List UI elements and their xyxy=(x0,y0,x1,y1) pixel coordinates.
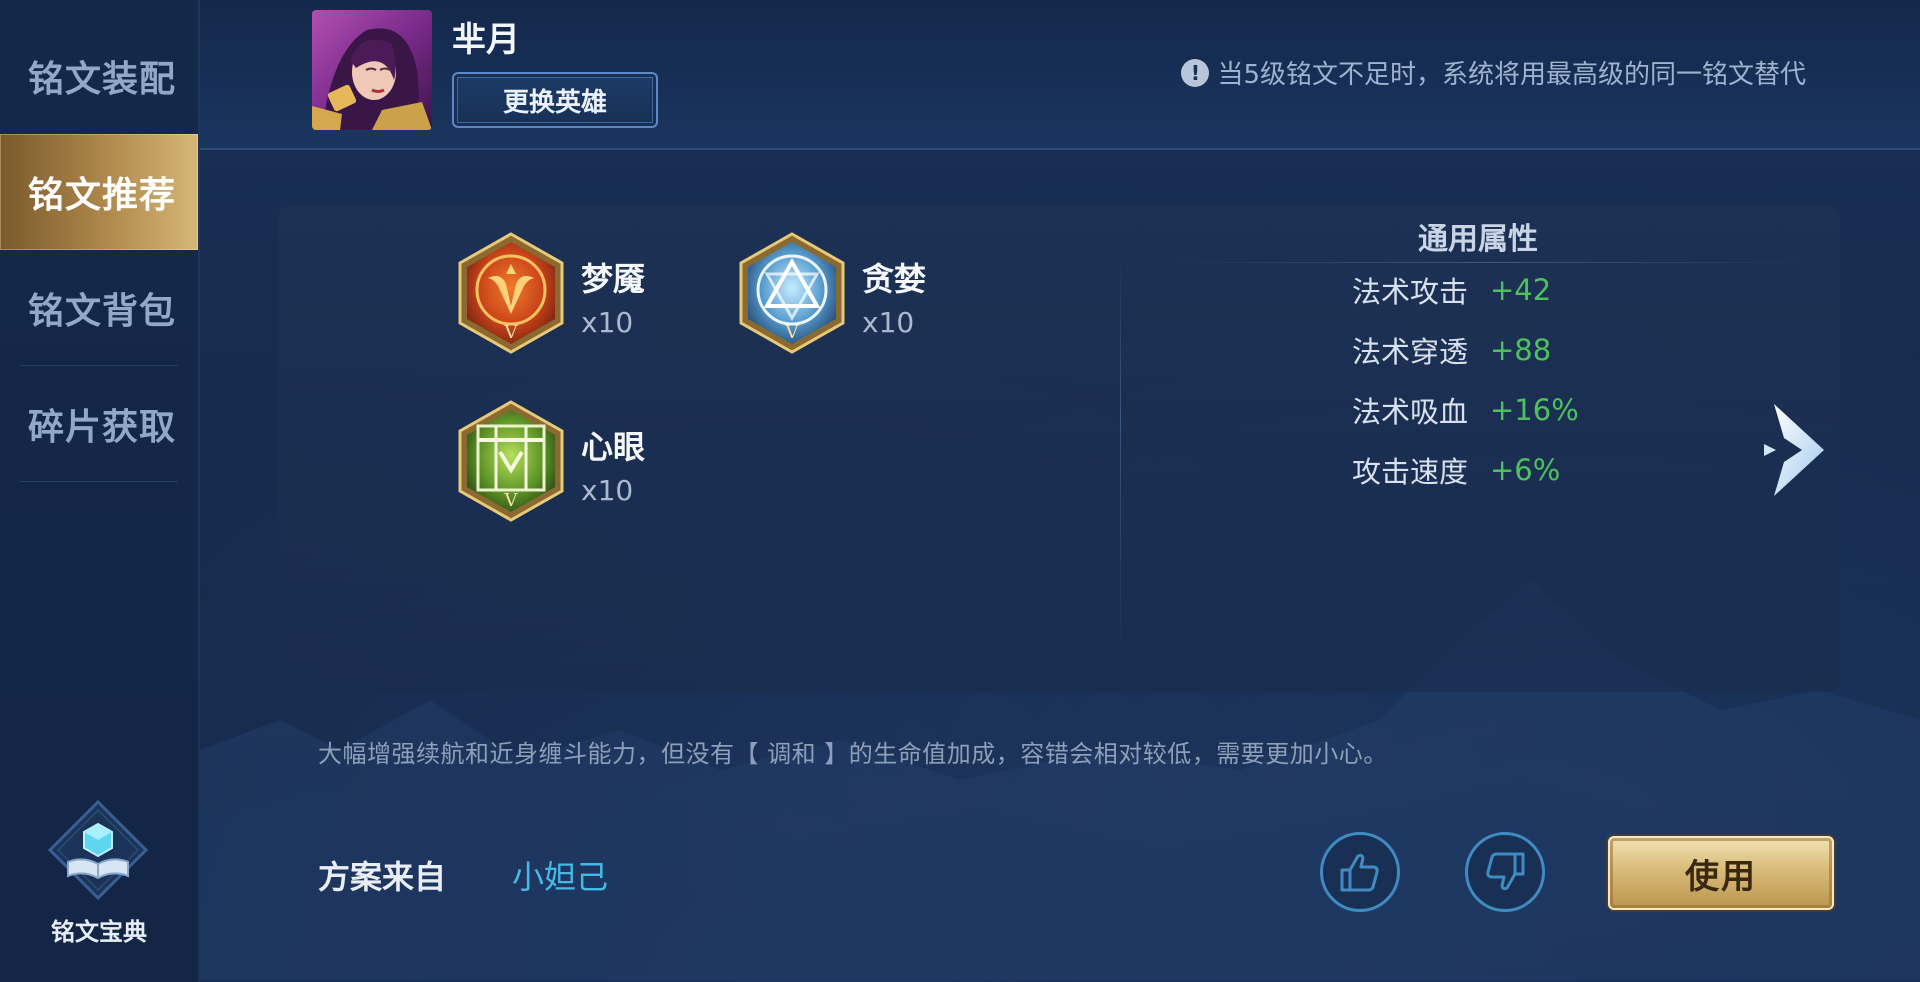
rune-item-red[interactable]: V 梦魇 x10 xyxy=(456,232,716,362)
rune-notice: ! 当5级铭文不足时，系统将用最高级的同一铭文替代 xyxy=(1181,54,1806,91)
source-label: 方案来自 xyxy=(318,858,447,896)
attribute-value: +42 xyxy=(1490,273,1552,307)
plan-description: 大幅增强续航和近身缠斗能力，但没有【 调和 】的生命值加成，容错会相对较低，需要… xyxy=(318,740,1388,768)
sidebar-divider xyxy=(20,481,178,482)
dislike-button[interactable] xyxy=(1465,832,1545,912)
hero-name: 芈月 xyxy=(452,20,520,60)
sidebar-item-rune-recommend[interactable]: 铭文推荐 xyxy=(0,134,198,250)
attribute-value: +6% xyxy=(1490,453,1561,487)
sidebar: 铭文装配 铭文推荐 铭文背包 碎片获取 铭文宝典 xyxy=(0,0,200,982)
svg-text:V: V xyxy=(504,490,519,511)
notice-text: 当5级铭文不足时，系统将用最高级的同一铭文替代 xyxy=(1217,60,1806,90)
red-rune-emblem-icon: V xyxy=(458,232,564,354)
attribute-row: 法术吸血 +16% xyxy=(1352,390,1579,430)
codex-label: 铭文宝典 xyxy=(51,918,147,946)
rune-codex-button[interactable]: 铭文宝典 xyxy=(38,799,160,950)
sidebar-item-label: 碎片获取 xyxy=(28,407,177,448)
source-author-link[interactable]: 小妲己 xyxy=(512,852,608,898)
sidebar-item-label: 铭文背包 xyxy=(28,291,177,332)
rune-item-blue[interactable]: V 贪婪 x10 xyxy=(737,232,997,362)
attribute-name: 法术吸血 xyxy=(1352,395,1469,429)
rune-name: 梦魇 xyxy=(581,260,646,298)
attribute-name: 法术攻击 xyxy=(1352,275,1469,309)
thumbs-down-icon xyxy=(1486,852,1525,891)
sidebar-item-label: 铭文推荐 xyxy=(28,175,177,216)
hero-avatar[interactable] xyxy=(312,10,432,130)
rune-count: x10 xyxy=(581,474,634,507)
attribute-value: +88 xyxy=(1490,333,1552,367)
sidebar-item-rune-equip[interactable]: 铭文装配 xyxy=(0,18,198,134)
svg-text:V: V xyxy=(504,322,519,343)
codex-book-icon xyxy=(47,799,149,901)
attribute-name: 法术穿透 xyxy=(1352,335,1469,369)
svg-text:V: V xyxy=(785,322,800,343)
attribute-row: 法术攻击 +42 xyxy=(1352,270,1551,310)
sidebar-item-fragments[interactable]: 碎片获取 xyxy=(0,366,198,482)
rune-name: 心眼 xyxy=(581,428,646,466)
change-hero-button[interactable]: 更换英雄 xyxy=(452,72,658,128)
next-plan-arrow-icon[interactable] xyxy=(1762,400,1832,500)
attribute-value: +16% xyxy=(1490,393,1579,427)
use-button[interactable]: 使用 xyxy=(1608,836,1834,910)
info-icon: ! xyxy=(1181,58,1210,87)
thumbs-up-icon xyxy=(1340,853,1379,892)
sidebar-item-label: 铭文装配 xyxy=(28,59,177,100)
header: 芈月 更换英雄 ! 当5级铭文不足时，系统将用最高级的同一铭文替代 xyxy=(200,0,1920,150)
rune-count: x10 xyxy=(581,306,634,339)
attribute-name: 攻击速度 xyxy=(1352,455,1469,489)
green-rune-emblem-icon: V xyxy=(458,400,564,522)
attributes-title: 通用属性 xyxy=(1418,222,1538,257)
sidebar-item-rune-bag[interactable]: 铭文背包 xyxy=(0,250,198,366)
blue-rune-emblem-icon: V xyxy=(739,232,845,354)
attributes-divider xyxy=(1170,262,1810,263)
like-button[interactable] xyxy=(1320,832,1400,912)
rune-name: 贪婪 xyxy=(862,260,927,298)
attribute-row: 攻击速度 +6% xyxy=(1352,450,1560,490)
attribute-row: 法术穿透 +88 xyxy=(1352,330,1551,370)
rune-count: x10 xyxy=(862,306,915,339)
rune-recommend-screen: 铭文装配 铭文推荐 铭文背包 碎片获取 铭文宝典 芈月 更换英雄 ! 当5级铭文… xyxy=(0,0,1920,982)
rune-item-green[interactable]: V 心眼 x10 xyxy=(456,400,716,530)
panel-divider xyxy=(1120,256,1121,656)
